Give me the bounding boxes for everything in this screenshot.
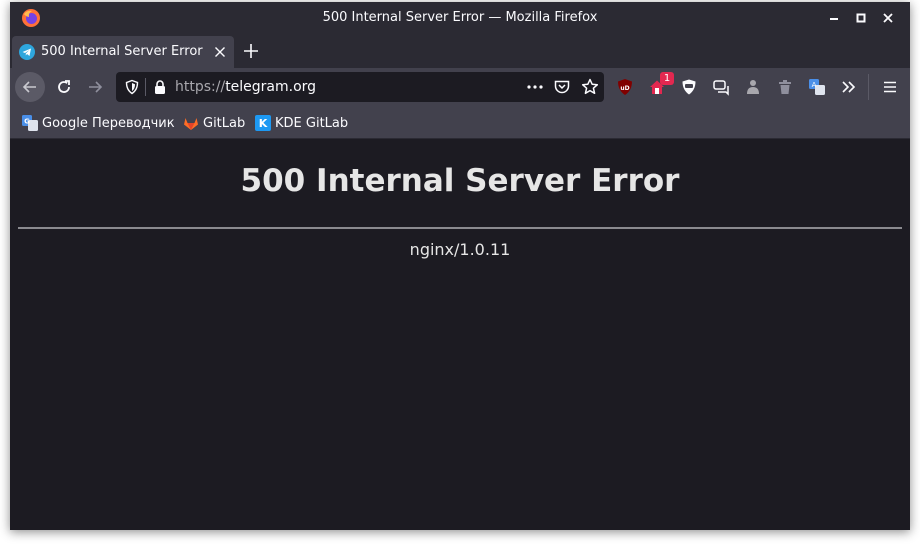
shield-face-icon bbox=[682, 79, 696, 95]
google-translate-icon: G bbox=[22, 115, 38, 131]
tab-close-button[interactable] bbox=[209, 41, 231, 63]
bookmark-star-icon[interactable] bbox=[580, 77, 600, 97]
browser-window: 500 Internal Server Error — Mozilla Fire… bbox=[10, 2, 910, 530]
url-text[interactable]: https://telegram.org bbox=[175, 79, 316, 95]
lock-icon[interactable] bbox=[153, 79, 167, 95]
bookmark-label: Google Переводчик bbox=[42, 115, 175, 131]
close-icon bbox=[883, 13, 893, 23]
puzzle-person-icon bbox=[747, 80, 759, 94]
url-protocol: https:// bbox=[175, 79, 226, 95]
new-tab-button[interactable] bbox=[239, 39, 263, 63]
url-bar[interactable]: https://telegram.org bbox=[116, 72, 604, 102]
chat-addon-button[interactable] bbox=[711, 77, 731, 97]
bookmark-kde-gitlab[interactable]: K KDE GitLab bbox=[255, 114, 348, 132]
ublock-origin-icon: uD bbox=[618, 79, 632, 95]
window-title: 500 Internal Server Error — Mozilla Fire… bbox=[322, 10, 598, 25]
gitlab-icon bbox=[184, 118, 198, 130]
toolbar-separator bbox=[868, 74, 869, 100]
bookmarks-toolbar: G Google Переводчик GitLab K KDE GitLab bbox=[10, 106, 910, 139]
bookmark-google-translate[interactable]: G Google Переводчик bbox=[22, 114, 175, 132]
title-bar: 500 Internal Server Error — Mozilla Fire… bbox=[10, 2, 910, 34]
arrow-left-icon bbox=[22, 81, 36, 93]
maximize-button[interactable] bbox=[853, 10, 869, 26]
overflow-menu-button[interactable] bbox=[839, 77, 859, 97]
reload-button[interactable] bbox=[50, 73, 78, 101]
tab-bar: 500 Internal Server Error bbox=[10, 34, 910, 68]
translate-addon-button[interactable]: A bbox=[807, 77, 827, 97]
navigation-toolbar: https://telegram.org uD 1 A bbox=[10, 68, 910, 106]
close-tab-icon bbox=[215, 47, 225, 57]
url-host: telegram.org bbox=[225, 79, 317, 95]
chat-bubbles-icon bbox=[713, 80, 729, 96]
app-menu-button[interactable] bbox=[880, 77, 900, 97]
notification-badge: 1 bbox=[660, 72, 674, 85]
bookmark-label: GitLab bbox=[203, 115, 246, 131]
url-divider bbox=[145, 78, 146, 96]
bookmark-gitlab[interactable]: GitLab bbox=[183, 114, 245, 132]
back-button[interactable] bbox=[15, 72, 45, 102]
tab-label: 500 Internal Server Error bbox=[41, 44, 203, 59]
hamburger-menu-icon bbox=[884, 81, 896, 93]
horizontal-rule bbox=[18, 227, 902, 229]
privacy-badger-button[interactable] bbox=[679, 77, 699, 97]
telegram-favicon-icon bbox=[19, 44, 35, 60]
bookmark-label: KDE GitLab bbox=[275, 115, 349, 131]
svg-text:K: K bbox=[259, 117, 268, 130]
tab-active[interactable]: 500 Internal Server Error bbox=[12, 36, 234, 68]
minimize-button[interactable] bbox=[826, 10, 842, 26]
svg-text:A: A bbox=[812, 81, 817, 89]
chevron-double-right-icon bbox=[842, 81, 856, 93]
page-actions-icon[interactable] bbox=[526, 79, 544, 95]
pocket-icon[interactable] bbox=[553, 78, 571, 96]
kde-icon: K bbox=[255, 115, 271, 131]
arrow-right-icon bbox=[89, 81, 103, 93]
maximize-icon bbox=[856, 13, 866, 23]
ublock-origin-button[interactable]: uD bbox=[615, 77, 635, 97]
addon-button-5[interactable] bbox=[743, 77, 763, 97]
page-content: 500 Internal Server Error nginx/1.0.11 bbox=[10, 139, 910, 530]
server-signature: nginx/1.0.11 bbox=[409, 240, 511, 259]
trash-icon bbox=[779, 80, 791, 94]
forward-button[interactable] bbox=[81, 73, 109, 101]
plus-icon bbox=[244, 44, 258, 58]
trash-addon-button[interactable] bbox=[775, 77, 795, 97]
tracking-shield-icon[interactable] bbox=[124, 79, 140, 95]
error-heading: 500 Internal Server Error bbox=[240, 163, 680, 199]
minimize-icon bbox=[830, 18, 838, 20]
reload-icon bbox=[58, 80, 70, 93]
close-window-button[interactable] bbox=[880, 10, 896, 26]
translate-icon: A bbox=[809, 79, 825, 95]
svg-text:uD: uD bbox=[620, 85, 629, 92]
svg-text:G: G bbox=[24, 118, 30, 126]
